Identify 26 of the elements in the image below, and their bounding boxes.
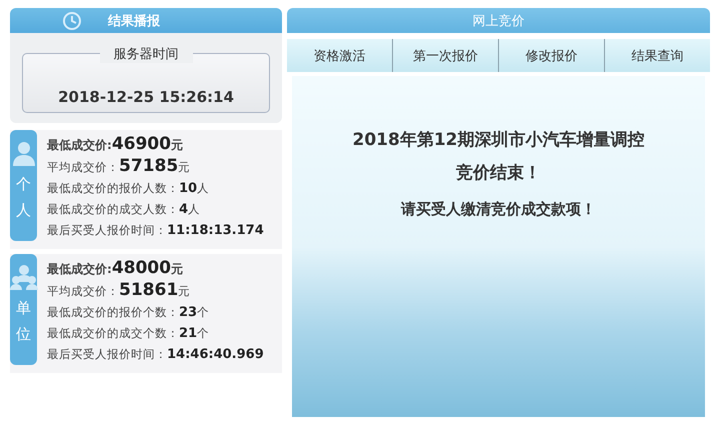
nav-tab[interactable]: 第一次报价	[393, 39, 499, 72]
clock-refresh-icon	[62, 10, 82, 30]
result-line: 最低成交价的报价个数：23个	[47, 304, 210, 322]
result-line: 最低成交价的成交人数：4人	[47, 201, 202, 219]
person-icon	[12, 140, 36, 166]
nav-tab[interactable]: 结果查询	[605, 39, 710, 72]
result-line: 最低成交价:48000元	[47, 258, 184, 280]
result-line: 平均成交价：57185元	[47, 156, 192, 178]
category-label: 单位	[16, 298, 31, 344]
nav-tab[interactable]: 修改报价	[499, 39, 605, 72]
group-icon	[10, 264, 38, 290]
result-line: 最低成交价:46900元	[47, 134, 184, 156]
panel-title: 结果播报	[108, 12, 160, 30]
result-line: 平均成交价：51861元	[47, 280, 192, 302]
result-line: 最后买受人报价时间：11:18:13.174	[47, 222, 264, 240]
announcement-text: 2018年第12期深圳市小汽车增量调控	[352, 129, 644, 151]
nav-tab[interactable]: 资格激活	[287, 39, 393, 72]
announcement-text: 请买受人缴清竞价成交款项！	[401, 200, 596, 219]
server-time-value: 2018-12-25 15:26:14	[58, 88, 234, 106]
result-line: 最低成交价的报价人数：10人	[47, 180, 210, 198]
announcement-text: 竞价结束！	[456, 162, 541, 184]
result-line: 最后买受人报价时间：14:46:40.969	[47, 346, 264, 364]
panel-title: 网上竞价	[472, 12, 524, 30]
category-label: 个人	[16, 174, 31, 220]
server-time-label: 服务器时间	[100, 45, 192, 63]
result-line: 最低成交价的成交个数：21个	[47, 325, 210, 343]
